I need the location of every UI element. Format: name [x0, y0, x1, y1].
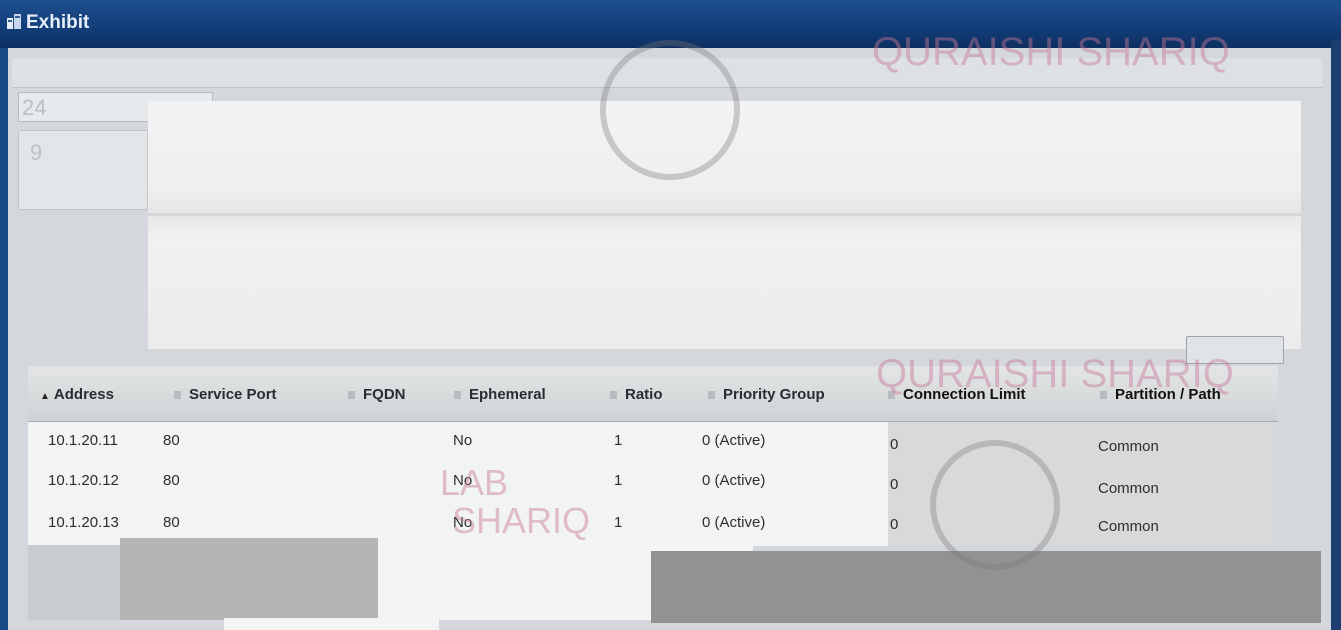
- cell-service-port: 80: [163, 472, 180, 489]
- side-label: 9: [30, 140, 43, 165]
- corner-button[interactable]: [1186, 336, 1284, 364]
- table-header: ▲ Address Service Port FQDN Ephemeral Rat…: [28, 366, 1278, 422]
- column-grip-icon: [348, 391, 355, 400]
- cell-address: 10.1.20.12: [48, 472, 119, 489]
- cell-ratio: 1: [614, 472, 623, 489]
- column-header-service-port[interactable]: Service Port: [174, 386, 277, 403]
- cell-service-port: 80: [163, 432, 180, 449]
- column-header-ephemeral[interactable]: Ephemeral: [454, 386, 546, 403]
- redacted-region: [120, 538, 378, 620]
- cell-ephemeral: No: [453, 472, 473, 489]
- redacted-region: [651, 551, 1321, 623]
- cell-ratio: 1: [614, 514, 623, 531]
- cell-address: 10.1.20.11: [48, 432, 118, 449]
- window-border-left: [0, 48, 8, 630]
- column-header-ratio[interactable]: Ratio: [610, 386, 663, 403]
- column-header-connection-limit[interactable]: Connection Limit: [888, 386, 1026, 403]
- cell-priority-group: 0 (Active): [702, 514, 766, 531]
- toolbar-strip: [12, 58, 1322, 88]
- table-row[interactable]: 10.1.20.12 80 No 1 0 (Active) 0 Common: [28, 462, 1278, 502]
- redacted-region: [28, 545, 120, 620]
- side-label: 24: [22, 95, 47, 120]
- cell-connection-limit: 0: [890, 436, 899, 453]
- column-grip-icon: [454, 391, 461, 400]
- cell-partition-path: Common: [1098, 518, 1159, 535]
- cell-connection-limit: 0: [890, 476, 899, 493]
- cell-connection-limit: 0: [890, 516, 899, 533]
- table-row[interactable]: 10.1.20.13 80 No 1 0 (Active) 0 Common: [28, 502, 1278, 542]
- cell-ephemeral: No: [453, 432, 473, 449]
- column-header-fqdn[interactable]: FQDN: [348, 386, 406, 403]
- column-grip-icon: [888, 391, 895, 400]
- column-grip-icon: [1100, 391, 1107, 400]
- window-title: Exhibit: [26, 12, 90, 33]
- column-header-partition-path[interactable]: Partition / Path: [1100, 386, 1221, 403]
- exhibit-icon: [7, 14, 21, 29]
- cell-ratio: 1: [614, 432, 623, 449]
- cell-service-port: 80: [163, 514, 180, 531]
- column-grip-icon: [174, 391, 181, 400]
- redacted-region: [224, 618, 439, 630]
- members-table: ▲ Address Service Port FQDN Ephemeral Rat…: [28, 366, 1278, 546]
- redacted-region: [148, 101, 1301, 349]
- column-grip-icon: [610, 391, 617, 400]
- exhibit-window: Exhibit 24 9 ▲ Address Service Port FQDN …: [0, 0, 1341, 630]
- cell-address: 10.1.20.13: [48, 514, 119, 531]
- column-grip-icon: [708, 391, 715, 400]
- sort-ascending-icon: ▲: [40, 391, 50, 402]
- table-row[interactable]: 10.1.20.11 80 No 1 0 (Active) 0 Common: [28, 422, 1278, 462]
- cell-priority-group: 0 (Active): [702, 472, 766, 489]
- cell-ephemeral: No: [453, 514, 473, 531]
- title-bar: Exhibit: [0, 0, 1341, 48]
- column-header-priority-group[interactable]: Priority Group: [708, 386, 825, 403]
- cell-partition-path: Common: [1098, 480, 1159, 497]
- window-border-right: [1331, 40, 1341, 630]
- cell-partition-path: Common: [1098, 438, 1159, 455]
- cell-priority-group: 0 (Active): [702, 432, 766, 449]
- column-header-address[interactable]: ▲ Address: [40, 386, 114, 403]
